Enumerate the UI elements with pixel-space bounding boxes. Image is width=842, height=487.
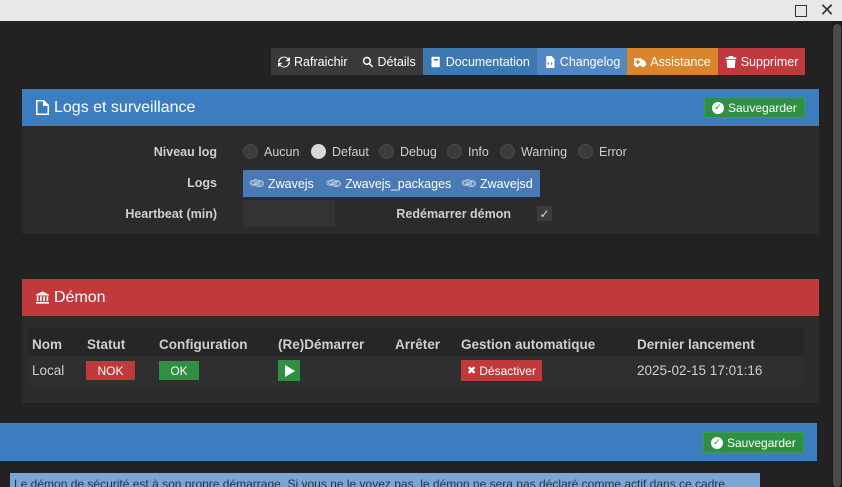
radio-dot: [379, 144, 394, 159]
radio-error[interactable]: Error: [578, 144, 627, 159]
demon-panel-header: Démon: [22, 279, 819, 316]
save-label: Sauvegarder: [728, 100, 797, 115]
scrollbar-thumb[interactable]: [833, 24, 841, 487]
window-titlebar: [0, 0, 842, 21]
save-label: Sauvegarder: [727, 435, 796, 450]
heartbeat-label: Heartbeat (min): [125, 207, 217, 221]
book-icon: [431, 56, 440, 67]
radio-label: Info: [468, 144, 489, 159]
log-button-zwavejs[interactable]: 📎︎ Zwavejs: [243, 170, 321, 197]
radio-dot: [311, 144, 326, 159]
delete-button[interactable]: Supprimer: [717, 48, 806, 75]
refresh-icon: [278, 56, 290, 67]
col-configuration: Configuration: [159, 337, 248, 352]
paperclip-icon: 📎︎: [324, 174, 344, 193]
log-button-label: Zwavejsd: [479, 176, 533, 191]
restart-demon-checkbox[interactable]: ✓: [537, 206, 552, 221]
radio-warning[interactable]: Warning: [500, 144, 567, 159]
radio-dot: [243, 144, 258, 159]
changelog-label: Changelog: [559, 54, 621, 69]
check-circle-icon: ✓: [712, 101, 724, 114]
restart-demon-label: Redémarrer démon: [396, 207, 511, 221]
search-icon: [362, 56, 373, 67]
cell-nom: Local: [32, 363, 65, 378]
maximize-icon[interactable]: [790, 0, 812, 21]
refresh-button[interactable]: Rafraichir: [271, 48, 355, 75]
niveau-log-label: Niveau log: [153, 145, 217, 159]
logs-panel-header: Logs et surveillance: [22, 89, 819, 126]
close-icon[interactable]: ✕: [816, 0, 838, 21]
file-code-icon: [546, 55, 555, 68]
details-label: Détails: [377, 54, 416, 69]
trash-icon: [725, 55, 736, 68]
delete-label: Supprimer: [740, 54, 799, 69]
radio-label: Error: [599, 144, 627, 159]
col-dernier-lancement: Dernier lancement: [637, 337, 755, 352]
start-button[interactable]: [278, 360, 300, 381]
bottom-panel-header: [0, 423, 817, 461]
col-statut: Statut: [87, 337, 126, 352]
log-button-zwavejsd[interactable]: 📎︎ Zwavejsd: [455, 170, 540, 197]
disable-label: Désactiver: [479, 363, 536, 378]
radio-debug[interactable]: Debug: [379, 144, 437, 159]
bank-icon: [36, 291, 49, 304]
col-redemarrer: (Re)Démarrer: [278, 337, 365, 352]
logs-label: Logs: [187, 176, 217, 190]
action-bar: Rafraichir Détails Documentation Changel…: [271, 48, 806, 75]
col-gestion-auto: Gestion automatique: [461, 337, 596, 352]
config-badge: OK: [159, 361, 199, 380]
disable-button[interactable]: ✖ Désactiver: [461, 360, 542, 381]
info-alert-text: Le démon de sécurité est à son propre dé…: [14, 477, 726, 487]
changelog-button[interactable]: Changelog: [536, 48, 628, 75]
radio-defaut[interactable]: Defaut: [311, 144, 369, 159]
radio-dot: [447, 144, 462, 159]
documentation-label: Documentation: [445, 54, 530, 69]
radio-dot: [578, 144, 593, 159]
check-circle-icon: ✓: [711, 436, 723, 449]
assistance-button[interactable]: Assistance: [627, 48, 718, 75]
radio-aucun[interactable]: Aucun: [243, 144, 299, 159]
x-icon: ✖: [467, 364, 477, 377]
col-arreter: Arrêter: [395, 337, 441, 352]
ambulance-icon: [634, 57, 647, 67]
radio-label: Warning: [521, 144, 568, 159]
save-button-bottom[interactable]: ✓ Sauvegarder: [703, 432, 804, 453]
assistance-label: Assistance: [650, 54, 711, 69]
refresh-label: Rafraichir: [294, 54, 348, 69]
radio-label: Debug: [400, 144, 437, 159]
logs-panel-title: Logs et surveillance: [54, 98, 196, 116]
radio-label: Aucun: [264, 144, 300, 159]
log-button-zwavejs-packages[interactable]: 📎︎ Zwavejs_packages: [320, 170, 459, 197]
file-icon: [36, 100, 49, 115]
paperclip-icon: 📎︎: [459, 174, 479, 193]
col-nom: Nom: [32, 337, 62, 352]
demon-panel-title: Démon: [54, 288, 106, 306]
details-button[interactable]: Détails: [354, 48, 423, 75]
radio-dot: [500, 144, 515, 159]
paperclip-icon: 📎︎: [247, 174, 267, 193]
status-badge: NOK: [86, 361, 135, 380]
radio-info[interactable]: Info: [447, 144, 489, 159]
cell-dernier-lancement: 2025-02-15 17:01:16: [637, 363, 763, 378]
log-button-label: Zwavejs_packages: [344, 176, 452, 191]
documentation-button[interactable]: Documentation: [422, 48, 537, 75]
log-button-label: Zwavejs: [267, 176, 314, 191]
play-icon: [285, 364, 295, 377]
save-button[interactable]: ✓ Sauvegarder: [704, 97, 805, 118]
heartbeat-input[interactable]: [243, 200, 335, 227]
radio-label: Defaut: [332, 144, 369, 159]
